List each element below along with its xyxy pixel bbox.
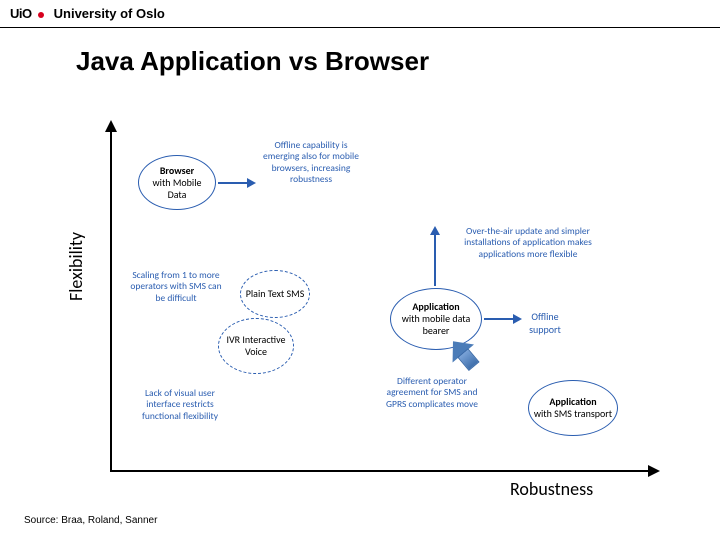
flexibility-robustness-chart: Flexibility Robustness Browserwith Mobil… bbox=[110, 130, 680, 500]
header: UiO University of Oslo bbox=[0, 0, 720, 28]
bubble-browser-text: with Mobile Data bbox=[153, 176, 202, 201]
bubble-app-sms-text: with SMS transport bbox=[534, 407, 612, 420]
page-title: Java Application vs Browser bbox=[76, 46, 720, 77]
arrow-browser-right-icon bbox=[218, 182, 248, 184]
y-axis bbox=[110, 130, 112, 470]
note-operator-diff: Different operator agreement for SMS and… bbox=[378, 376, 486, 410]
bubble-plain-sms: Plain Text SMS bbox=[240, 270, 310, 318]
note-offline-browser: Offline capability is emerging also for … bbox=[256, 140, 366, 186]
logo-abbrev: UiO bbox=[10, 6, 32, 21]
arrow-app-up-icon bbox=[434, 234, 436, 286]
note-scaling-sms: Scaling from 1 to more operators with SM… bbox=[126, 270, 226, 304]
note-offline-support: Offline support bbox=[520, 310, 570, 336]
logo-full: University of Oslo bbox=[54, 6, 165, 21]
bubble-app-sms: Applicationwith SMS transport bbox=[528, 380, 618, 436]
bubble-plain-sms-text: Plain Text SMS bbox=[246, 288, 305, 300]
x-axis bbox=[110, 470, 650, 472]
note-ota-update: Over-the-air update and simpler installa… bbox=[458, 226, 598, 260]
bubble-app-mobile-text: with mobile data bearer bbox=[402, 312, 471, 337]
bubble-browser: Browserwith Mobile Data bbox=[138, 155, 216, 210]
source-citation: Source: Braa, Roland, Sanner bbox=[24, 515, 157, 526]
bubble-ivr-text: IVR Interactive Voice bbox=[223, 334, 289, 358]
x-axis-label: Robustness bbox=[510, 478, 593, 500]
note-ivr-limit: Lack of visual user interface restricts … bbox=[128, 388, 232, 422]
logo: UiO University of Oslo bbox=[10, 6, 165, 21]
arrow-app-right-icon bbox=[484, 318, 514, 320]
logo-dot-icon bbox=[36, 6, 46, 21]
y-axis-label: Flexibility bbox=[65, 232, 87, 301]
bubble-ivr: IVR Interactive Voice bbox=[218, 318, 294, 374]
